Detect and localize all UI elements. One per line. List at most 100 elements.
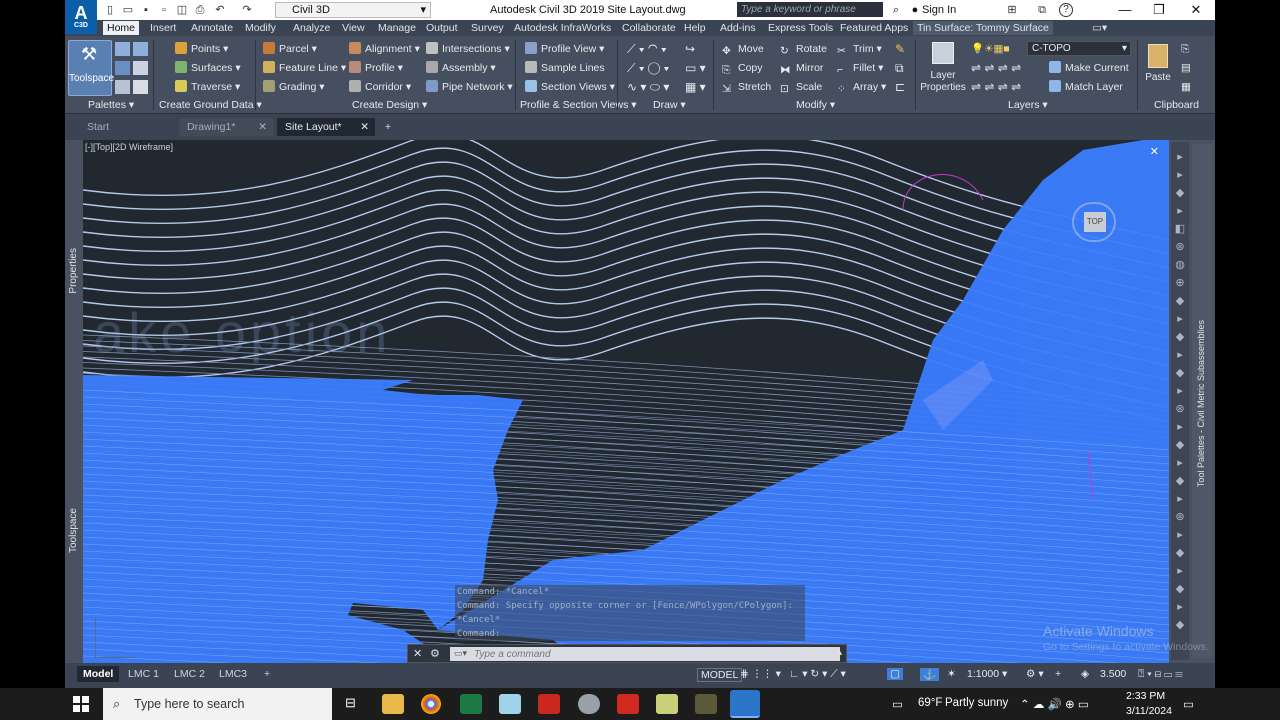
app-icon[interactable] [695, 694, 717, 714]
clock-date[interactable]: 3/11/2024 [1126, 705, 1172, 717]
tab-help[interactable]: Help [680, 21, 710, 35]
palettes-panel-label[interactable]: Palettes ▾ [88, 99, 134, 111]
app-icon[interactable] [499, 694, 521, 714]
copy-clip-icon[interactable]: ⎘ [1181, 42, 1189, 56]
paste-button[interactable]: Paste [1141, 40, 1175, 96]
app-globe-icon[interactable] [578, 694, 600, 714]
spline-tool-icon[interactable]: ∿ ▾ ⬭ ▾ [627, 80, 669, 94]
tab-output[interactable]: Output [422, 21, 462, 35]
annotation-icon[interactable]: ⚓ [920, 668, 940, 681]
command-input[interactable] [450, 647, 840, 661]
plus-icon[interactable]: + [1055, 668, 1061, 680]
move-button[interactable]: ✥ Move [722, 42, 764, 57]
viewport-controls[interactable]: [-][Top][2D Wireframe] [85, 142, 173, 152]
polyline-icon[interactable]: ↪ [685, 42, 695, 56]
doc-tab-start[interactable]: Start [79, 118, 175, 136]
alignment-button[interactable]: Alignment ▾ [349, 42, 420, 56]
civil3d-taskbar-icon[interactable] [730, 690, 760, 718]
grading-button[interactable]: Grading ▾ [263, 80, 325, 94]
profile-section-views-label[interactable]: Profile & Section Views ▾ [520, 99, 637, 111]
palette-icon[interactable] [115, 42, 130, 56]
undo-icon[interactable]: ↶ [213, 3, 227, 17]
layers-panel-label[interactable]: Layers ▾ [1008, 99, 1048, 111]
ribbon-toggle-icon[interactable]: ▭▾ [1088, 21, 1111, 35]
user-icon[interactable]: ● [908, 3, 922, 17]
web-icon[interactable]: ◫ [175, 3, 189, 17]
polyline-tool-icon[interactable]: ⟋ ▾ ◯ ▾ [627, 61, 669, 75]
new-tab-button[interactable]: + [381, 118, 401, 136]
print-icon[interactable]: ⎙ [193, 3, 207, 17]
toolspace-button[interactable]: ⚒ Toolspace [68, 40, 114, 96]
tab-express-tools[interactable]: Express Tools [764, 21, 837, 35]
draw-panel-label[interactable]: Draw ▾ [653, 99, 686, 111]
corridor-button[interactable]: Corridor ▾ [349, 80, 411, 94]
status-icons[interactable]: ⍰ ▾ ⊟ ▭ ☰ [1138, 668, 1183, 681]
app-logo[interactable]: A C3D [65, 0, 97, 34]
tab-collaborate[interactable]: Collaborate [618, 21, 680, 35]
model-space-button[interactable]: MODEL [697, 668, 743, 682]
tab-survey[interactable]: Survey [467, 21, 508, 35]
modify-panel-label[interactable]: Modify ▾ [796, 99, 835, 111]
system-tray-icons[interactable]: ⌃ ☁ 🔊 ⊕ ▭ [1020, 697, 1089, 711]
new-file-icon[interactable]: ▯ [103, 3, 117, 17]
feature-line-button[interactable]: Feature Line ▾ [263, 61, 346, 75]
layer-properties-button[interactable]: Layer Properties [920, 40, 966, 96]
windows-start-icon[interactable] [73, 696, 89, 712]
annotation-scale[interactable]: 1:1000 ▾ [967, 668, 1007, 680]
toolspace-palette-label[interactable]: Toolspace [68, 508, 79, 553]
weather-temp[interactable]: 69°F [918, 697, 942, 709]
rotate-button[interactable]: ↻ Rotate [780, 42, 827, 57]
keyword-search-input[interactable]: Type a keyword or phrase [737, 2, 883, 17]
close-button[interactable]: ✕ [1179, 0, 1213, 20]
tab-infraworks[interactable]: Autodesk InfraWorks [510, 21, 615, 35]
redo-icon[interactable]: ↷ [240, 3, 254, 17]
close-icon[interactable]: ✕ [360, 118, 369, 136]
line-tool-icon[interactable]: ⟋ ▾ ◠ ▾ [627, 42, 667, 56]
tab-insert[interactable]: Insert [146, 21, 180, 35]
tab-manage[interactable]: Manage [374, 21, 420, 35]
restore-button[interactable]: ❐ [1142, 0, 1176, 20]
cut-icon[interactable]: ▤ [1181, 61, 1191, 75]
tab-home[interactable]: Home [103, 21, 140, 35]
tab-annotate[interactable]: Annotate [187, 21, 237, 35]
weather-desc[interactable]: Partly sunny [945, 697, 1008, 709]
layout-tab-lmc2[interactable]: LMC 2 [168, 666, 211, 682]
annotation-icon-2[interactable]: ✶ [947, 668, 956, 680]
layer-state-icons[interactable]: 💡☀▦■ [971, 42, 1010, 56]
profile-view-button[interactable]: Profile View ▾ [525, 42, 604, 56]
clock-time[interactable]: 2:33 PM [1126, 690, 1165, 702]
palette-tool-icons[interactable]: ▸ ▸ ◆ ▸ ◧ ⊛ ◍ ⊕ ◆ ▸ ◆ ▸ ◆ ▸ ⊛ ▸ ◆ ▸ ◆ ▸ ⊛ ▸ ◆ ▸ ◆ ▸ ◆ [1173, 148, 1187, 634]
array-button[interactable]: ⁘ Array ▾ [837, 80, 886, 95]
palette-icon[interactable] [133, 42, 148, 56]
parcel-button[interactable]: Parcel ▾ [263, 42, 317, 56]
acrobat-icon[interactable] [617, 694, 639, 714]
layer-dropdown[interactable]: C-TOPO ▾ [1027, 41, 1131, 56]
tab-featured-apps[interactable]: Featured Apps [836, 21, 912, 35]
selection-cycling-icon[interactable]: ▢ [887, 668, 903, 680]
taskbar-search-input[interactable]: ⌕ Type here to search [103, 688, 332, 720]
notes-icon[interactable] [656, 694, 678, 714]
create-ground-data-label[interactable]: Create Ground Data ▾ [159, 99, 262, 111]
tab-modify[interactable]: Modify [241, 21, 280, 35]
notification-icon[interactable]: ▭ [1183, 697, 1194, 711]
tab-view[interactable]: View [338, 21, 369, 35]
chevron-up-icon[interactable]: ▴ [837, 647, 842, 658]
palette-icon[interactable] [133, 80, 148, 94]
offset-icon[interactable]: ⊏ [895, 80, 905, 94]
binoculars-icon[interactable]: ⌕ [889, 3, 903, 17]
palette-icon[interactable] [133, 61, 148, 75]
viewcube-top[interactable]: TOP [1084, 212, 1106, 232]
chrome-icon[interactable] [421, 694, 441, 714]
layout-tab-model[interactable]: Model [77, 666, 120, 682]
layer-tools-row-2[interactable]: ⇌ ⇌ ⇌ ⇌ [971, 80, 1021, 94]
surfaces-button[interactable]: Surfaces ▾ [175, 61, 241, 75]
workspace-select[interactable]: Civil 3D ▾ [275, 2, 431, 18]
status-value[interactable]: 3.500 [1100, 668, 1126, 680]
fillet-button[interactable]: ⌐ Fillet ▾ [837, 61, 883, 76]
help-icon[interactable]: ? [1059, 3, 1073, 17]
hatch-icon[interactable]: ▦ ▾ [685, 80, 706, 94]
file-explorer-icon[interactable] [382, 694, 404, 714]
palette-icon[interactable] [115, 80, 130, 94]
weather-icon[interactable]: ▭ [892, 697, 903, 711]
save-as-icon[interactable]: ▫ [157, 3, 171, 17]
